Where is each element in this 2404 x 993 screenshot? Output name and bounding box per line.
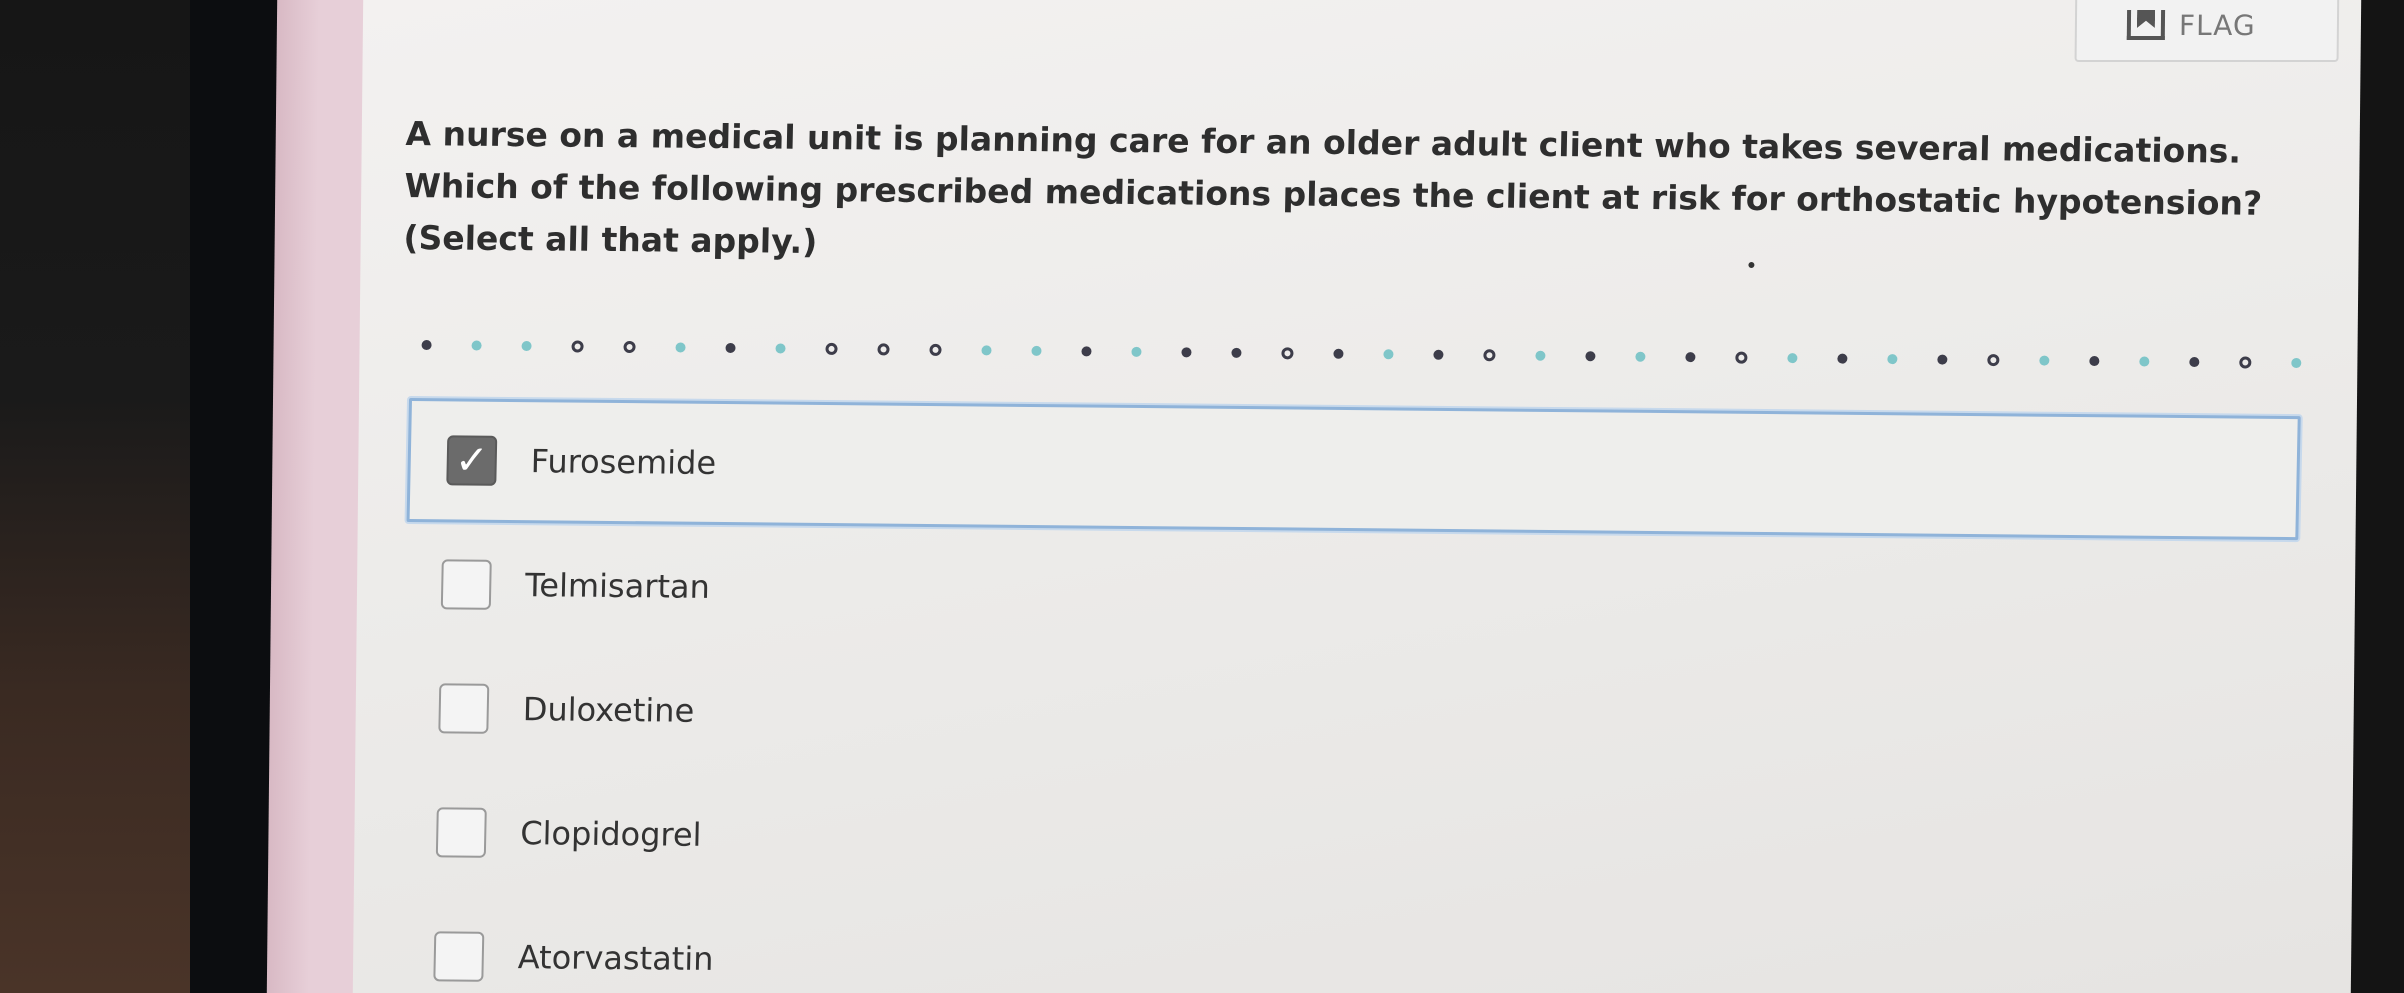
checkbox[interactable] xyxy=(440,559,492,610)
question-text: A nurse on a medical unit is planning ca… xyxy=(403,113,2263,261)
progress-dot[interactable] xyxy=(1787,353,1798,364)
answer-option-label: Telmisartan xyxy=(524,566,711,606)
answer-option[interactable]: Telmisartan xyxy=(404,522,2306,664)
screen-speck xyxy=(1748,262,1755,268)
progress-dot[interactable] xyxy=(1281,347,1294,360)
progress-dot[interactable] xyxy=(2039,355,2050,366)
checkbox[interactable] xyxy=(438,683,490,734)
progress-dot[interactable] xyxy=(1887,354,1898,365)
progress-dot[interactable] xyxy=(2189,356,2200,368)
progress-dot[interactable] xyxy=(981,345,992,356)
flag-button[interactable]: FLAG xyxy=(2074,0,2340,62)
progress-dot[interactable] xyxy=(1987,354,2000,367)
checkbox[interactable] xyxy=(433,931,485,982)
progress-dot[interactable] xyxy=(877,343,890,356)
progress-dot[interactable] xyxy=(1585,351,1596,362)
bookmark-flag-icon xyxy=(2126,10,2166,40)
progress-dot[interactable] xyxy=(725,342,736,354)
checkbox[interactable] xyxy=(435,807,487,858)
answer-option-label: Furosemide xyxy=(530,442,717,482)
progress-dot[interactable] xyxy=(1535,350,1546,361)
checkmark-icon: ✓ xyxy=(454,437,489,484)
progress-dot[interactable] xyxy=(1181,347,1192,358)
answer-option[interactable]: Clopidogrel xyxy=(399,770,2301,912)
answer-option[interactable]: Duloxetine xyxy=(402,646,2304,788)
progress-dot[interactable] xyxy=(571,340,584,353)
progress-dot[interactable] xyxy=(1333,348,1344,359)
progress-dot[interactable] xyxy=(623,340,636,354)
answer-options: ✓ Furosemide Telmisartan Duloxetine Clopidog… xyxy=(397,398,2309,993)
progress-dot[interactable] xyxy=(1735,351,1748,364)
monitor-bezel-left xyxy=(0,0,300,993)
progress-dot[interactable] xyxy=(1483,349,1496,362)
progress-dot[interactable] xyxy=(1685,352,1696,363)
progress-dot[interactable] xyxy=(1635,351,1646,362)
progress-dot[interactable] xyxy=(1131,346,1142,357)
progress-dot[interactable] xyxy=(2239,356,2252,369)
progress-dot[interactable] xyxy=(1081,346,1092,357)
answer-option-label: Atorvastatin xyxy=(517,938,714,979)
progress-dot[interactable] xyxy=(825,342,838,355)
answer-option[interactable]: ✓ Furosemide xyxy=(406,398,2301,541)
answer-option-label: Duloxetine xyxy=(522,690,695,730)
progress-dot[interactable] xyxy=(675,342,686,353)
progress-dot[interactable] xyxy=(1837,353,1848,364)
progress-dot[interactable] xyxy=(1937,354,1948,365)
progress-dot[interactable] xyxy=(521,340,532,352)
flag-label: FLAG xyxy=(2178,8,2256,42)
progress-dot[interactable] xyxy=(471,340,482,351)
answer-option-label: Clopidogrel xyxy=(519,814,702,854)
progress-dot[interactable] xyxy=(929,343,942,356)
progress-dot[interactable] xyxy=(2139,356,2150,367)
progress-dot[interactable] xyxy=(2089,356,2100,367)
progress-dot[interactable] xyxy=(1031,345,1042,356)
question-progress-dots xyxy=(421,325,2302,383)
answer-option[interactable]: Atorvastatin xyxy=(397,894,2299,993)
progress-dot[interactable] xyxy=(775,343,786,354)
progress-dot[interactable] xyxy=(421,340,432,351)
progress-dot[interactable] xyxy=(1231,347,1242,358)
quiz-screen: FLAG A nurse on a medical unit is planni… xyxy=(352,0,2362,993)
checkbox-checked[interactable]: ✓ xyxy=(446,435,498,486)
progress-dot[interactable] xyxy=(2291,357,2302,369)
progress-dot[interactable] xyxy=(1383,349,1394,360)
progress-dot[interactable] xyxy=(1433,349,1444,360)
